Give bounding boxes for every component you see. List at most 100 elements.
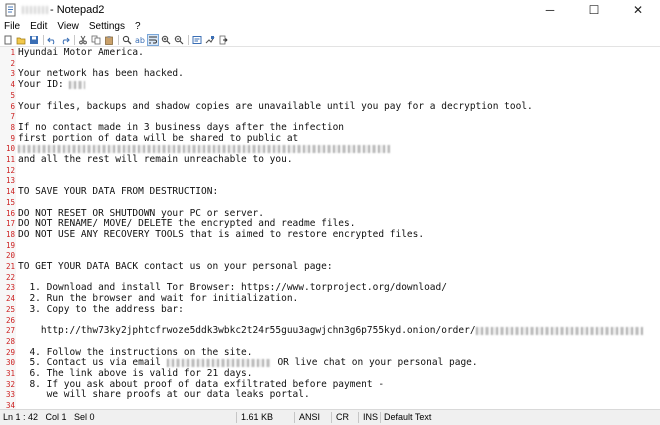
close-button[interactable]: ✕ <box>616 0 660 20</box>
redacted-order-id <box>475 326 644 335</box>
editor-line: 14 TO SAVE YOUR DATA FROM DESTRUCTION: <box>0 186 660 198</box>
find-icon[interactable] <box>122 35 132 45</box>
line-number: 6 <box>10 101 15 111</box>
maximize-button[interactable]: ☐ <box>572 0 616 20</box>
status-divider <box>236 412 237 423</box>
redo-icon[interactable] <box>60 35 70 45</box>
status-encoding[interactable]: ANSI <box>296 410 332 425</box>
menu-bar: File Edit View Settings ? <box>0 20 660 34</box>
status-scheme[interactable]: Default Text <box>381 410 471 425</box>
line-number: 8 <box>10 122 15 132</box>
editor-line: 4 Your ID: <box>0 79 660 91</box>
editor-line: 28 <box>0 337 660 348</box>
menu-view[interactable]: View <box>52 20 84 34</box>
line-text: DO NOT USE ANY RECOVERY TOOLS that is ai… <box>18 228 425 240</box>
svg-text:ab: ab <box>135 36 145 45</box>
line-text: first portion of data will be shared to … <box>18 132 299 144</box>
menu-help[interactable]: ? <box>130 20 146 34</box>
line-number: 1 <box>10 48 15 57</box>
line-number: 30 <box>5 358 15 368</box>
menu-edit[interactable]: Edit <box>25 20 52 34</box>
zoom-out-icon[interactable] <box>174 35 184 45</box>
undo-icon[interactable] <box>47 35 57 45</box>
text-editor[interactable]: 1 Hyundai Motor America. 2 3 Your network … <box>0 47 660 409</box>
editor-line: 12 <box>0 166 660 177</box>
status-bar: Ln 1 : 42 Col 1 Sel 0 1.61 KB ANSI CR IN… <box>0 409 660 425</box>
line-number: 31 <box>5 369 15 378</box>
editor-line: 34 <box>0 401 660 409</box>
line-number: 10 <box>5 144 15 154</box>
exit-icon[interactable] <box>218 35 228 45</box>
window-controls: ─ ☐ ✕ <box>528 0 660 20</box>
open-folder-icon[interactable] <box>16 35 26 45</box>
toolbar-separator <box>188 35 189 45</box>
editor-line: 5 <box>0 91 660 102</box>
editor-line: 19 <box>0 241 660 252</box>
line-text: Your ID: <box>18 79 86 91</box>
line-number: 2 <box>10 58 15 68</box>
customize-icon[interactable] <box>205 35 215 45</box>
replace-icon[interactable]: ab <box>135 35 145 45</box>
scheme-icon[interactable] <box>192 35 202 45</box>
cut-icon[interactable] <box>78 35 88 45</box>
status-file-size: 1.61 KB <box>241 412 274 422</box>
line-number: 19 <box>5 240 15 250</box>
status-divider <box>358 412 359 423</box>
line-number: 22 <box>5 272 15 282</box>
line-number: 32 <box>5 379 15 389</box>
line-number: 24 <box>5 294 15 304</box>
redacted-leak-url <box>18 144 390 153</box>
toolbar-separator <box>118 35 119 45</box>
status-insert-mode[interactable]: INS <box>360 410 380 425</box>
editor-line: 6 Your files, backups and shadow copies a… <box>0 101 660 113</box>
line-number: 3 <box>10 69 15 79</box>
title-bar: - Notepad2 ─ ☐ ✕ <box>0 0 660 20</box>
status-divider <box>294 412 295 423</box>
line-text: TO SAVE YOUR DATA FROM DESTRUCTION: <box>18 186 219 198</box>
line-number: 7 <box>10 112 15 122</box>
notepad-app-icon[interactable] <box>4 3 18 17</box>
new-file-icon[interactable] <box>3 35 13 45</box>
menu-file[interactable]: File <box>0 20 25 34</box>
copy-icon[interactable] <box>91 35 101 45</box>
editor-line: 21 TO GET YOUR DATA BACK contact us on yo… <box>0 261 660 273</box>
line-number: 14 <box>5 187 15 197</box>
line-number: 4 <box>10 80 15 90</box>
line-text: TO GET YOUR DATA BACK contact us on your… <box>18 261 333 272</box>
line-text: http://thw73ky2jphtcfrwoze5ddk3wbkc2t24r… <box>18 325 644 337</box>
redacted-email <box>166 358 272 367</box>
status-divider <box>331 412 332 423</box>
line-text: If no contact made in 3 business days af… <box>18 121 345 133</box>
line-text-prefix: Your ID: <box>18 79 70 91</box>
line-number: 9 <box>10 133 15 143</box>
minimize-button[interactable]: ─ <box>528 0 572 20</box>
notepad2-window: - Notepad2 ─ ☐ ✕ File Edit View Settings… <box>0 0 660 425</box>
save-icon[interactable] <box>29 35 39 45</box>
editor-line: 9 first portion of data will be shared to… <box>0 132 660 145</box>
line-number: 5 <box>10 90 15 100</box>
editor-line: 15 <box>0 198 660 209</box>
line-text-prefix: 5. Contact us via email <box>18 357 167 369</box>
toolbar: ab <box>0 34 660 47</box>
line-number: 28 <box>5 336 15 346</box>
status-position: Ln 1 : 42 Col 1 Sel 0 <box>3 412 95 422</box>
line-text: and all the rest will remain unreachable… <box>18 154 293 165</box>
tor-order-url: http://thw73ky2jphtcfrwoze5ddk3wbkc2t24r… <box>18 325 476 337</box>
word-wrap-icon[interactable] <box>147 34 159 46</box>
status-line-ending[interactable]: CR <box>333 410 359 425</box>
editor-line: 8 If no contact made in 3 business days a… <box>0 121 660 134</box>
line-number: 27 <box>5 326 15 336</box>
paste-icon[interactable] <box>104 35 114 45</box>
editor-line: 11 and all the rest will remain unreachab… <box>0 154 660 166</box>
line-number: 25 <box>5 304 15 314</box>
editor-line: 1 Hyundai Motor America. <box>0 47 660 59</box>
redacted-filename <box>22 6 48 14</box>
line-text: we will share proofs at our data leaks p… <box>18 389 310 401</box>
toolbar-separator <box>43 35 44 45</box>
menu-settings[interactable]: Settings <box>84 20 130 34</box>
redacted-id <box>69 80 86 89</box>
line-number: 21 <box>5 262 15 271</box>
zoom-in-icon[interactable] <box>161 35 171 45</box>
window-title: - Notepad2 <box>50 4 105 16</box>
editor-line: 33 we will share proofs at our data leak… <box>0 390 660 401</box>
